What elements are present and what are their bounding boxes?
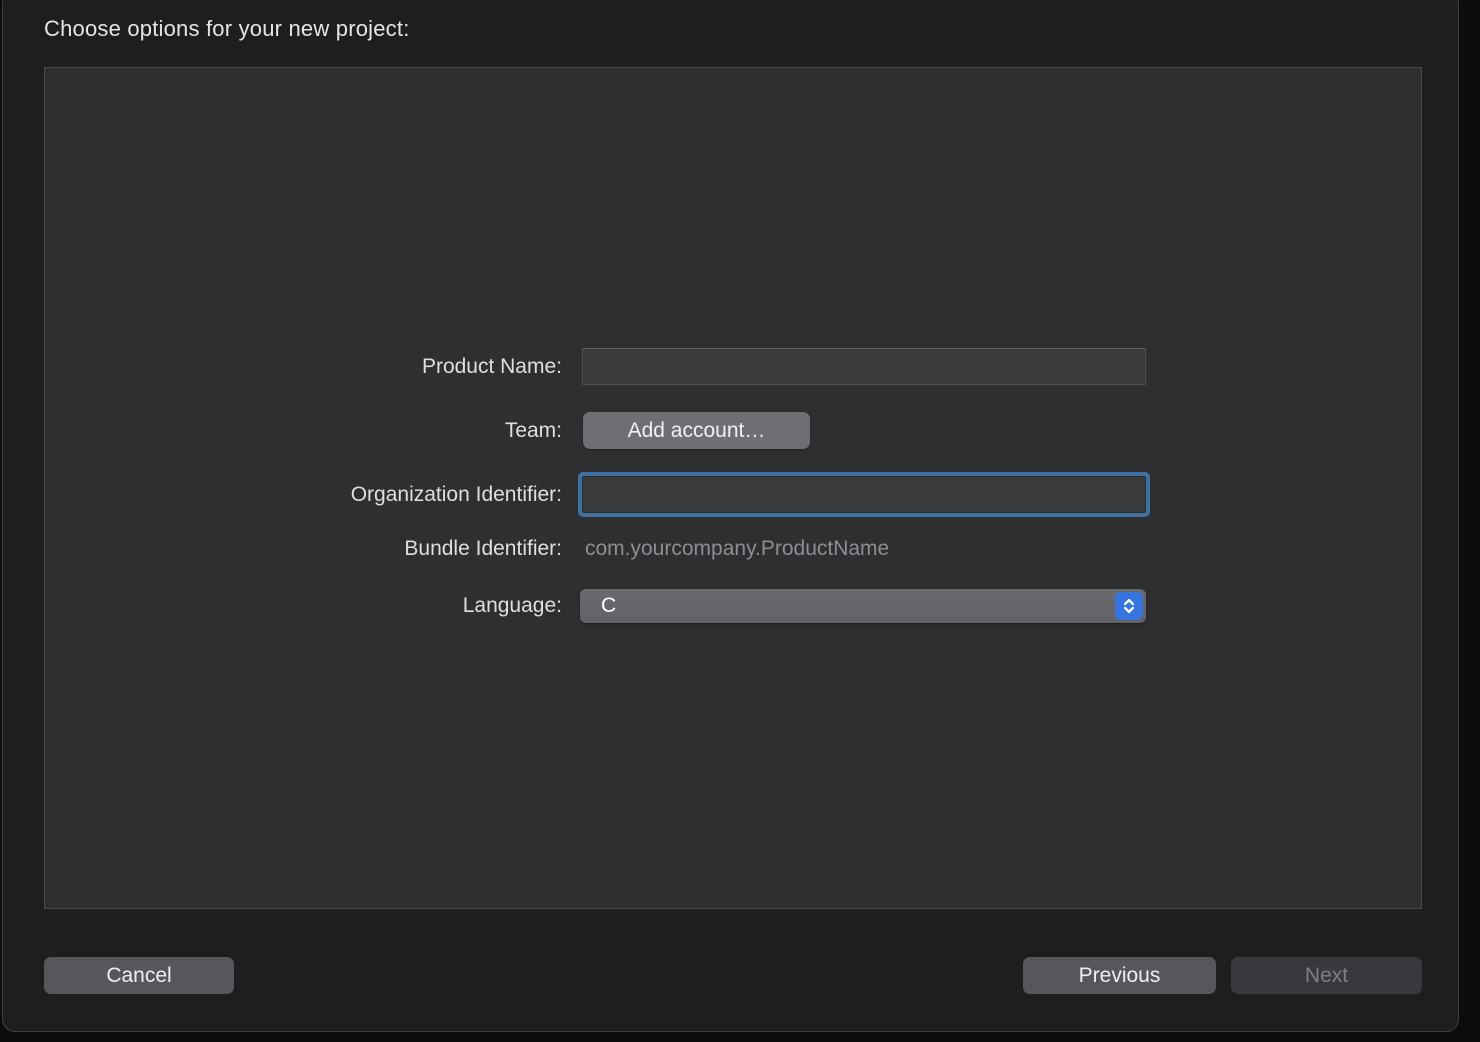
language-selected-value: C xyxy=(601,589,616,623)
language-label: Language: xyxy=(45,587,562,624)
next-button[interactable]: Next xyxy=(1231,957,1422,994)
bundle-identifier-label: Bundle Identifier: xyxy=(45,530,562,567)
product-name-label: Product Name: xyxy=(45,348,562,385)
options-panel: Product Name: Team: Add account… Organiz… xyxy=(44,67,1422,909)
organization-identifier-input[interactable] xyxy=(582,476,1146,513)
new-project-options-sheet: Choose options for your new project: Pro… xyxy=(2,0,1459,1032)
team-label: Team: xyxy=(45,412,562,449)
organization-identifier-label: Organization Identifier: xyxy=(45,476,562,513)
cancel-button[interactable]: Cancel xyxy=(44,957,234,994)
add-account-button[interactable]: Add account… xyxy=(583,412,810,449)
up-down-chevrons-icon xyxy=(1115,592,1143,620)
previous-button[interactable]: Previous xyxy=(1023,957,1216,994)
sheet-title: Choose options for your new project: xyxy=(44,16,410,42)
product-name-input[interactable] xyxy=(582,348,1146,385)
bundle-identifier-value: com.yourcompany.ProductName xyxy=(585,530,889,567)
language-select[interactable]: C xyxy=(580,589,1146,623)
